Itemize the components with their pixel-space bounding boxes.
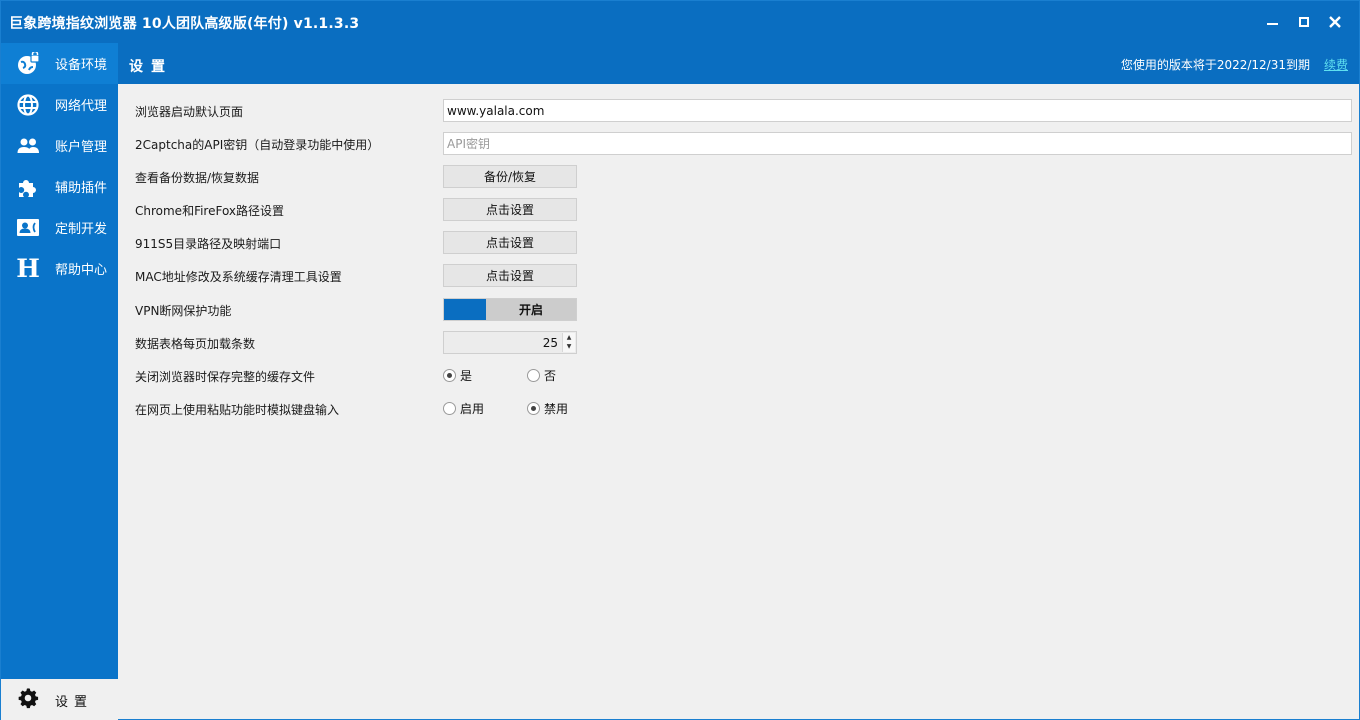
minimize-icon [1266,23,1278,25]
setting-row-mac-tool: MAC地址修改及系统缓存清理工具设置 点击设置 [135,264,1355,288]
stepper-arrows: ▲ ▼ [562,333,575,352]
paste-simulate-radio-disable[interactable]: 禁用 [527,400,568,417]
users-icon [15,133,41,159]
sidebar-settings-label: 设置 [55,695,94,710]
close-icon [1329,16,1341,28]
setting-label: Chrome和FireFox路径设置 [135,204,285,218]
setting-label: VPN断网保护功能 [135,304,232,318]
radio-label: 禁用 [544,402,569,416]
stepper-down-icon[interactable]: ▼ [563,343,575,353]
setting-row-vpn-protect: VPN断网保护功能 开启 [135,298,1355,322]
setting-row-browser-paths: Chrome和FireFox路径设置 点击设置 [135,198,1355,222]
globe-lock-icon [15,51,41,77]
close-button[interactable] [1320,9,1350,35]
paste-simulate-radio-enable[interactable]: 启用 [443,400,484,417]
setting-label: 关闭浏览器时保存完整的缓存文件 [135,370,316,384]
maximize-icon [1299,17,1309,27]
save-cache-radio-yes[interactable]: 是 [443,367,472,384]
sidebar-item-label: 辅助插件 [55,181,108,196]
sidebar-item-label: 定制开发 [55,222,108,237]
toggle-state-label: 开启 [486,299,576,320]
radio-unchecked-icon [443,402,456,415]
sidebar-item-device-env[interactable]: 设备环境 [1,43,118,84]
save-cache-radio-no[interactable]: 否 [527,367,556,384]
toggle-on-indicator [444,299,486,320]
gear-icon [17,687,39,709]
sidebar-item-account-mgmt[interactable]: 账户管理 [1,125,118,166]
minimize-button[interactable] [1257,9,1287,35]
setting-label: 查看备份数据/恢复数据 [135,171,260,185]
help-h-icon: H [16,254,40,283]
puzzle-icon [15,174,41,200]
setting-row-default-page: 浏览器启动默认页面 [135,99,1355,123]
setting-label: 2Captcha的API密钥（自动登录功能中使用） [135,138,380,152]
default-page-input[interactable] [443,99,1352,122]
app-window: 巨象跨境指纹浏览器 10人团队高级版(年付) v1.1.3.3 设备环境 网络代… [0,0,1360,720]
globe-icon [15,92,41,118]
settings-panel: 浏览器启动默认页面 2Captcha的API密钥（自动登录功能中使用） 查看备份… [118,84,1359,679]
radio-label: 启用 [460,402,485,416]
backup-restore-button[interactable]: 备份/恢复 [443,165,577,188]
setting-label: 数据表格每页加载条数 [135,337,256,351]
mac-tool-settings-button[interactable]: 点击设置 [443,264,577,287]
setting-row-paste-simulate: 在网页上使用粘贴功能时模拟键盘输入 启用 禁用 [135,397,1355,421]
setting-row-911s5: 911S5目录路径及映射端口 点击设置 [135,231,1355,255]
setting-row-page-size: 数据表格每页加载条数 25 ▲ ▼ [135,331,1355,355]
page-header: 设置 您使用的版本将于2022/12/31到期 续费 [118,43,1359,84]
911s5-settings-button[interactable]: 点击设置 [443,231,577,254]
radio-checked-icon [443,369,456,382]
sidebar-item-network-proxy[interactable]: 网络代理 [1,84,118,125]
radio-checked-icon [527,402,540,415]
maximize-button[interactable] [1289,9,1319,35]
renew-link[interactable]: 续费 [1324,56,1348,73]
sidebar-item-help[interactable]: H 帮助中心 [1,248,118,289]
radio-label: 否 [544,369,557,383]
sidebar-settings-button[interactable]: 设置 [1,679,118,720]
sidebar-item-plugins[interactable]: 辅助插件 [1,166,118,207]
vpn-protection-toggle[interactable]: 开启 [443,298,577,321]
sidebar: 设备环境 网络代理 账户管理 辅助插件 定制开发 H 帮助中心 [1,43,118,679]
page-size-value[interactable]: 25 [543,336,558,350]
setting-label: 浏览器启动默认页面 [135,105,244,119]
title-bar: 巨象跨境指纹浏览器 10人团队高级版(年付) v1.1.3.3 [1,1,1359,43]
stepper-up-icon[interactable]: ▲ [563,333,575,343]
window-title: 巨象跨境指纹浏览器 10人团队高级版(年付) v1.1.3.3 [9,16,360,32]
sidebar-item-label: 网络代理 [55,99,108,114]
setting-row-captcha-key: 2Captcha的API密钥（自动登录功能中使用） [135,132,1355,156]
radio-label: 是 [460,369,473,383]
page-title: 设置 [129,59,173,75]
contact-card-icon [15,215,41,241]
browser-paths-button[interactable]: 点击设置 [443,198,577,221]
sidebar-item-label: 账户管理 [55,140,108,155]
setting-row-backup: 查看备份数据/恢复数据 备份/恢复 [135,165,1355,189]
captcha-api-key-input[interactable] [443,132,1352,155]
radio-unchecked-icon [527,369,540,382]
sidebar-item-label: 设备环境 [55,58,108,73]
sidebar-item-label: 帮助中心 [55,263,108,278]
setting-label: 911S5目录路径及映射端口 [135,237,282,251]
setting-row-save-cache: 关闭浏览器时保存完整的缓存文件 是 否 [135,364,1355,388]
page-size-stepper[interactable]: 25 ▲ ▼ [443,331,577,354]
setting-label: MAC地址修改及系统缓存清理工具设置 [135,270,342,284]
sidebar-item-custom-dev[interactable]: 定制开发 [1,207,118,248]
expiry-notice: 您使用的版本将于2022/12/31到期 [1120,58,1310,72]
setting-label: 在网页上使用粘贴功能时模拟键盘输入 [135,403,340,417]
